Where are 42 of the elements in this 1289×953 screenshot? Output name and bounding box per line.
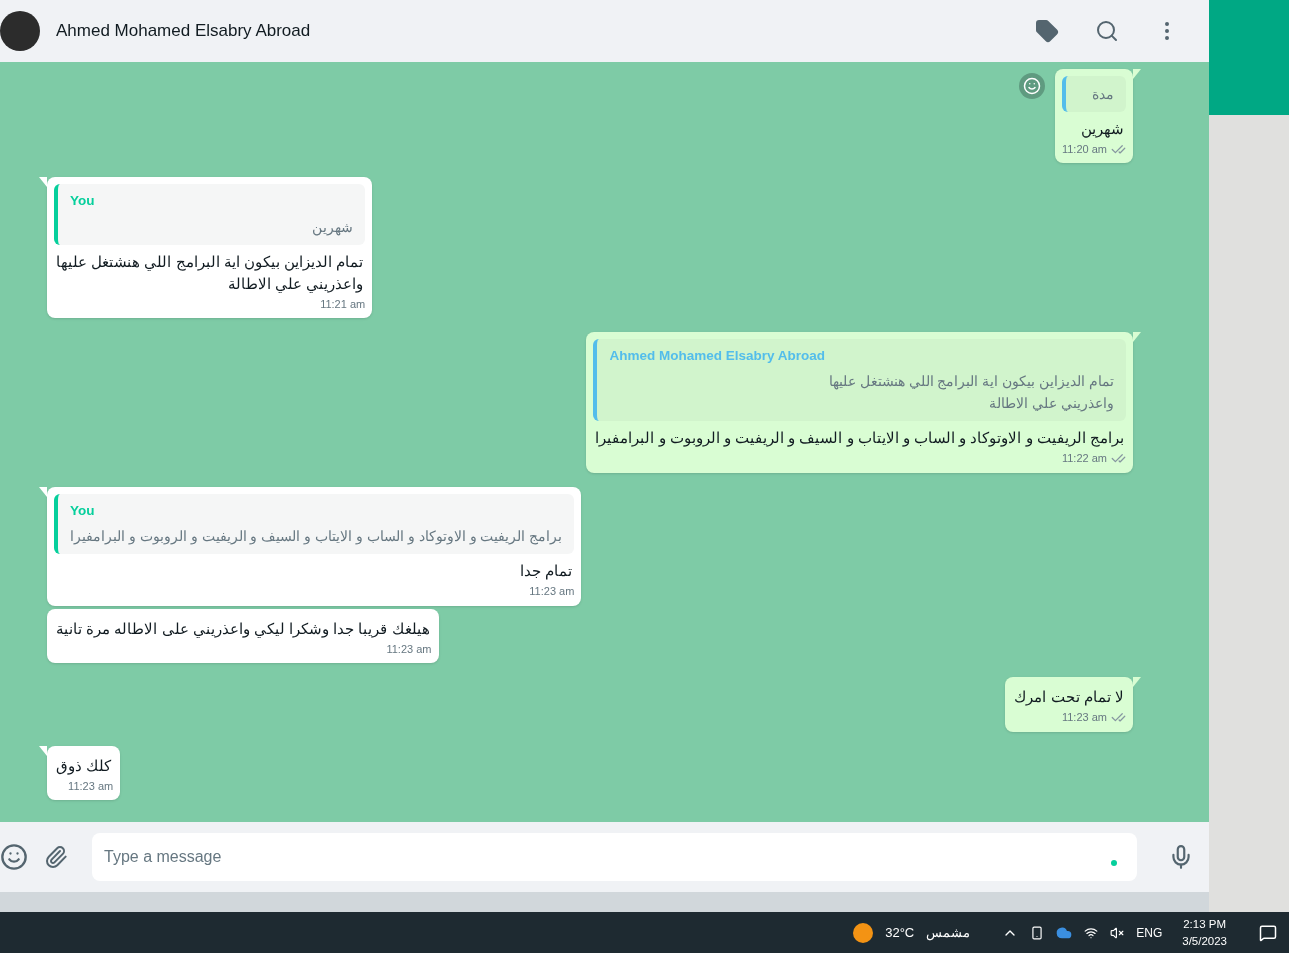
wifi-icon[interactable] — [1084, 925, 1099, 940]
quote-text: شهرين — [311, 217, 354, 238]
smiley-icon — [1022, 77, 1041, 95]
emoji-icon[interactable] — [0, 843, 28, 871]
message-time: 11:23 am — [529, 584, 575, 599]
message-time: 11:23 am — [68, 778, 114, 794]
message-time: 11:22 am — [1061, 451, 1107, 467]
message-time: 11:20 am — [1061, 141, 1107, 157]
attach-icon[interactable] — [44, 845, 68, 869]
message-time: 11:23 am — [1061, 710, 1107, 725]
quote-text: تمام الديزاين بيكون اية البرامج اللي هنشتغل عليها واعذريني علي الاطالة — [827, 372, 1114, 414]
quote-author: You — [70, 192, 96, 211]
message-text: برامج الريفيت و الاوتوكاد و الساب و الايتاب و السيف و الريفيت و الروبوت و البرامفيرا — [594, 428, 1125, 449]
clock[interactable]: 2:13 PM 3/5/2023 — [1182, 915, 1227, 950]
avatar[interactable] — [0, 11, 40, 51]
search-icon[interactable] — [1095, 19, 1119, 43]
language-indicator[interactable]: ENG — [1136, 923, 1163, 942]
message-text: كلك ذوق — [55, 755, 113, 777]
mute-icon[interactable] — [1110, 925, 1125, 940]
sun-icon[interactable] — [853, 922, 874, 943]
message-time: 11:23 am — [386, 641, 432, 657]
emoji-reaction-button[interactable] — [1018, 73, 1045, 99]
quote-author: Ahmed Mohamed Elsabry Abroad — [609, 347, 827, 365]
message-input[interactable]: Type a message — [92, 833, 1137, 881]
device-icon[interactable] — [1030, 925, 1045, 940]
clock-time: 2:13 PM — [1183, 916, 1227, 932]
message-time: 11:21 am — [320, 296, 366, 312]
message-text: هيلغك قريبا جدا وشكرا ليكي واعذريني على الاطاله مرة تانية — [55, 618, 431, 640]
message-text: تمام الديزاين بيكون اية البرامج اللي هنشتغل عليها واعذريني علي الاطالة — [55, 251, 365, 295]
quote-text: مدة — [1091, 84, 1114, 104]
quoted-message[interactable]: مدة — [1061, 75, 1126, 112]
temperature[interactable]: 32°C — [885, 922, 915, 943]
clock-date: 3/5/2023 — [1182, 933, 1227, 949]
quote-text: برامج الريفيت و الاوتوكاد و الساب و الايتاب و السيف و الريفيت و الروبوت و البرامفيرا — [70, 527, 563, 547]
message-text: تمام جدا — [519, 561, 574, 582]
notification-icon[interactable] — [1259, 923, 1277, 942]
quote-author: You — [70, 501, 96, 520]
message-text: شهرين — [1080, 118, 1125, 140]
contact-name[interactable]: Ahmed Mohamed Elsabry Abroad — [56, 18, 1019, 44]
message-text: لا تمام تحت امرك — [1013, 687, 1125, 708]
label-icon[interactable] — [1035, 19, 1059, 43]
weather-condition[interactable]: مشمس — [926, 922, 971, 943]
